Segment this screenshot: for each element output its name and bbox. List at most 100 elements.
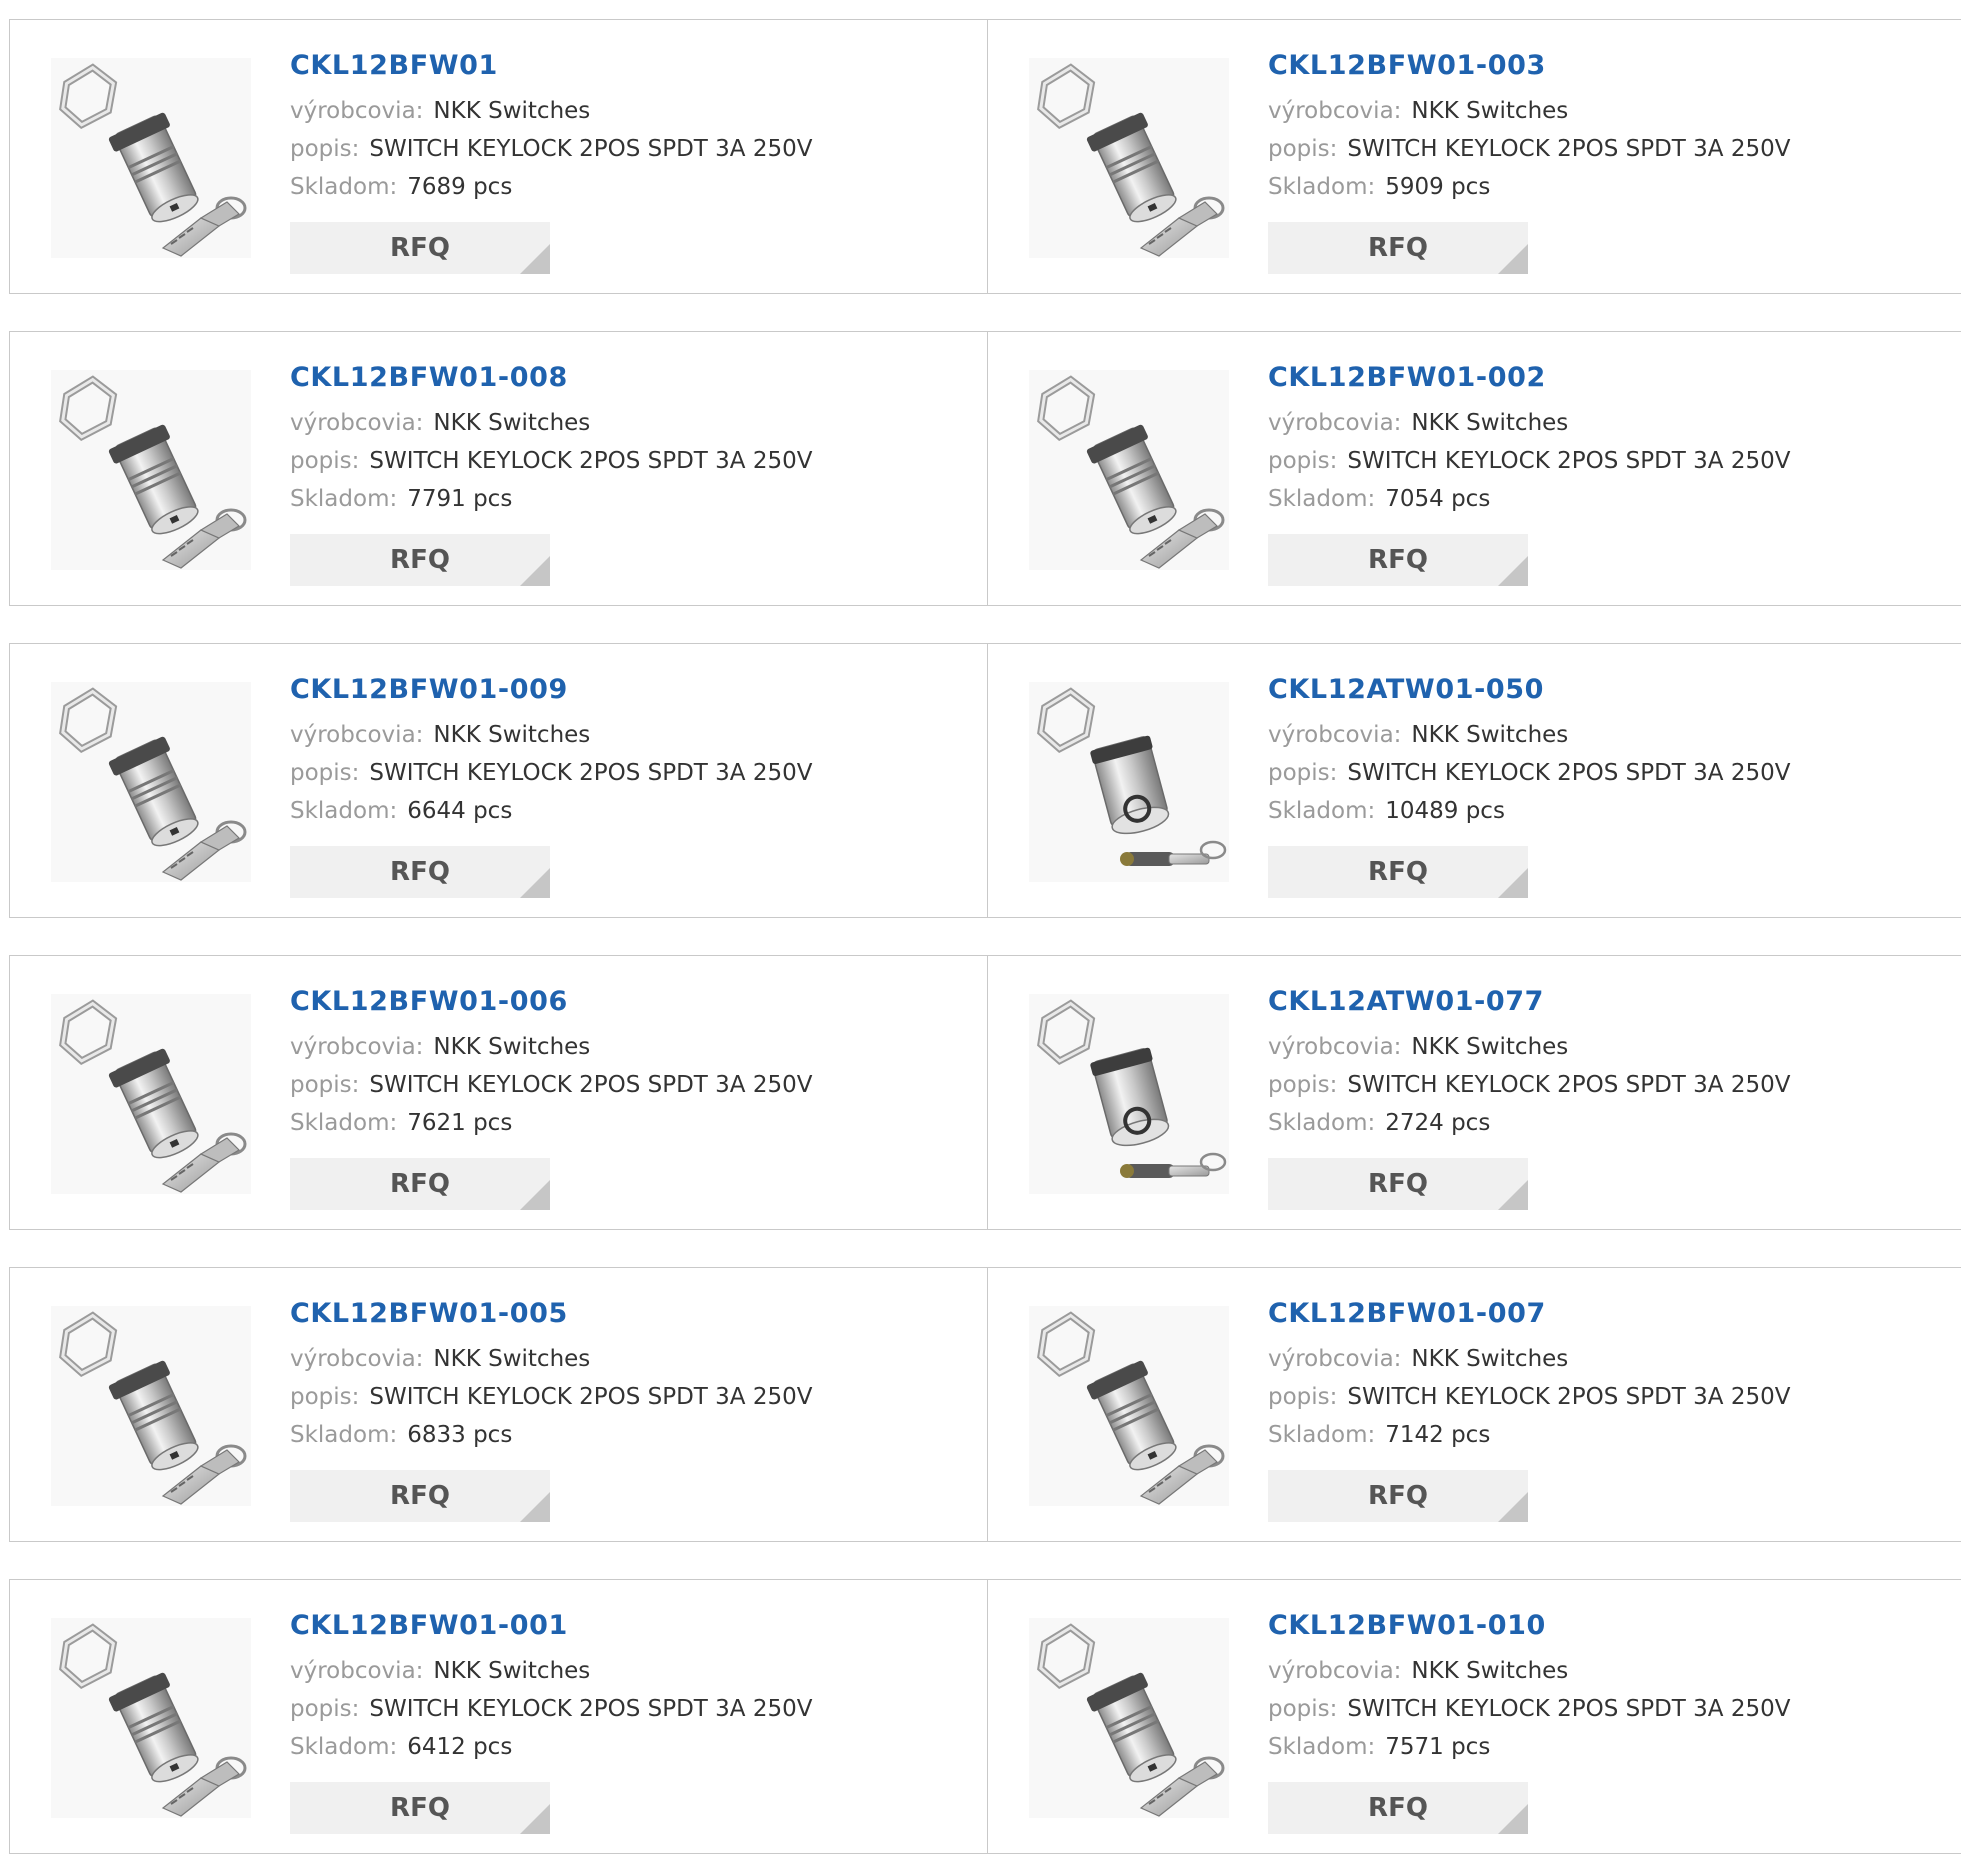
product-image[interactable] bbox=[1029, 1618, 1229, 1818]
stock-row: Skladom: 7689 pcs bbox=[290, 168, 950, 206]
description-label: popis: bbox=[1268, 448, 1338, 474]
manufacturer-row: výrobcovia: NKK Switches bbox=[290, 1028, 950, 1066]
rfq-button[interactable]: RFQ bbox=[1268, 222, 1528, 274]
rfq-label: RFQ bbox=[390, 1169, 450, 1199]
corner-triangle-icon bbox=[520, 1180, 550, 1210]
rfq-button[interactable]: RFQ bbox=[1268, 1470, 1528, 1522]
product-image[interactable] bbox=[1029, 1306, 1229, 1506]
manufacturer-value: NKK Switches bbox=[1411, 1034, 1569, 1060]
description-value: SWITCH KEYLOCK 2POS SPDT 3A 250V bbox=[1347, 448, 1791, 474]
part-number-link[interactable]: CKL12BFW01-003 bbox=[1268, 48, 1546, 84]
description-value: SWITCH KEYLOCK 2POS SPDT 3A 250V bbox=[369, 1384, 813, 1410]
product-image[interactable] bbox=[1029, 370, 1229, 570]
description-label: popis: bbox=[290, 1696, 360, 1722]
product-info: CKL12BFW01-010 výrobcovia: NKK Switches pop… bbox=[1268, 1608, 1928, 1766]
stock-label: Skladom: bbox=[290, 1734, 398, 1760]
manufacturer-value: NKK Switches bbox=[433, 1034, 591, 1060]
rfq-label: RFQ bbox=[390, 1793, 450, 1823]
description-value: SWITCH KEYLOCK 2POS SPDT 3A 250V bbox=[1347, 1384, 1791, 1410]
rfq-button[interactable]: RFQ bbox=[290, 534, 550, 586]
stock-row: Skladom: 7054 pcs bbox=[1268, 480, 1928, 518]
rfq-button[interactable]: RFQ bbox=[1268, 846, 1528, 898]
corner-triangle-icon bbox=[1498, 1492, 1528, 1522]
manufacturer-row: výrobcovia: NKK Switches bbox=[290, 1340, 950, 1378]
product-card: CKL12BFW01-005 výrobcovia: NKK Switches pop… bbox=[10, 1268, 988, 1541]
description-row: popis: SWITCH KEYLOCK 2POS SPDT 3A 250V bbox=[290, 1378, 950, 1416]
part-number-link[interactable]: CKL12BFW01-006 bbox=[290, 984, 568, 1020]
product-info: CKL12BFW01-001 výrobcovia: NKK Switches pop… bbox=[290, 1608, 950, 1766]
keylock-switch-flat-key-image bbox=[51, 370, 251, 570]
product-image[interactable] bbox=[51, 370, 251, 570]
stock-value: 7791 pcs bbox=[407, 486, 513, 512]
product-row: CKL12BFW01-005 výrobcovia: NKK Switches pop… bbox=[9, 1267, 1961, 1542]
rfq-button[interactable]: RFQ bbox=[1268, 534, 1528, 586]
product-image[interactable] bbox=[1029, 994, 1229, 1194]
part-number-link[interactable]: CKL12BFW01-007 bbox=[1268, 1296, 1546, 1332]
rfq-button[interactable]: RFQ bbox=[290, 1470, 550, 1522]
manufacturer-value: NKK Switches bbox=[1411, 1346, 1569, 1372]
part-number-link[interactable]: CKL12BFW01-009 bbox=[290, 672, 568, 708]
product-image[interactable] bbox=[51, 682, 251, 882]
part-number-link[interactable]: CKL12ATW01-077 bbox=[1268, 984, 1544, 1020]
product-card: CKL12BFW01 výrobcovia: NKK Switches popis: S… bbox=[10, 20, 988, 293]
description-label: popis: bbox=[1268, 1384, 1338, 1410]
stock-value: 7571 pcs bbox=[1385, 1734, 1491, 1760]
manufacturer-value: NKK Switches bbox=[433, 1346, 591, 1372]
product-card: CKL12BFW01-006 výrobcovia: NKK Switches pop… bbox=[10, 956, 988, 1229]
manufacturer-row: výrobcovia: NKK Switches bbox=[290, 716, 950, 754]
manufacturer-row: výrobcovia: NKK Switches bbox=[1268, 1340, 1928, 1378]
manufacturer-row: výrobcovia: NKK Switches bbox=[1268, 92, 1928, 130]
corner-triangle-icon bbox=[1498, 244, 1528, 274]
description-row: popis: SWITCH KEYLOCK 2POS SPDT 3A 250V bbox=[1268, 442, 1928, 480]
stock-row: Skladom: 6412 pcs bbox=[290, 1728, 950, 1766]
rfq-button[interactable]: RFQ bbox=[290, 1782, 550, 1834]
product-image[interactable] bbox=[51, 994, 251, 1194]
part-number-link[interactable]: CKL12BFW01-008 bbox=[290, 360, 568, 396]
product-row: CKL12BFW01-008 výrobcovia: NKK Switches pop… bbox=[9, 331, 1961, 606]
part-number-link[interactable]: CKL12BFW01-005 bbox=[290, 1296, 568, 1332]
rfq-button[interactable]: RFQ bbox=[290, 846, 550, 898]
keylock-switch-flat-key-image bbox=[1029, 370, 1229, 570]
product-card: CKL12BFW01-009 výrobcovia: NKK Switches pop… bbox=[10, 644, 988, 917]
description-row: popis: SWITCH KEYLOCK 2POS SPDT 3A 250V bbox=[290, 1690, 950, 1728]
product-image[interactable] bbox=[51, 1306, 251, 1506]
keylock-switch-flat-key-image bbox=[51, 1306, 251, 1506]
rfq-label: RFQ bbox=[390, 233, 450, 263]
description-label: popis: bbox=[1268, 136, 1338, 162]
corner-triangle-icon bbox=[1498, 556, 1528, 586]
keylock-switch-flat-key-image bbox=[51, 682, 251, 882]
rfq-button[interactable]: RFQ bbox=[1268, 1158, 1528, 1210]
product-image[interactable] bbox=[1029, 58, 1229, 258]
stock-row: Skladom: 2724 pcs bbox=[1268, 1104, 1928, 1142]
manufacturer-label: výrobcovia: bbox=[290, 410, 424, 436]
rfq-button[interactable]: RFQ bbox=[290, 1158, 550, 1210]
manufacturer-label: výrobcovia: bbox=[290, 1658, 424, 1684]
part-number-link[interactable]: CKL12BFW01 bbox=[290, 48, 498, 84]
stock-label: Skladom: bbox=[1268, 486, 1376, 512]
description-value: SWITCH KEYLOCK 2POS SPDT 3A 250V bbox=[369, 760, 813, 786]
rfq-button[interactable]: RFQ bbox=[290, 222, 550, 274]
part-number-link[interactable]: CKL12BFW01-001 bbox=[290, 1608, 568, 1644]
product-info: CKL12BFW01-007 výrobcovia: NKK Switches pop… bbox=[1268, 1296, 1928, 1454]
description-label: popis: bbox=[1268, 760, 1338, 786]
description-row: popis: SWITCH KEYLOCK 2POS SPDT 3A 250V bbox=[1268, 130, 1928, 168]
rfq-button[interactable]: RFQ bbox=[1268, 1782, 1528, 1834]
product-card: CKL12BFW01-002 výrobcovia: NKK Switches pop… bbox=[988, 332, 1961, 605]
description-row: popis: SWITCH KEYLOCK 2POS SPDT 3A 250V bbox=[1268, 1066, 1928, 1104]
manufacturer-value: NKK Switches bbox=[433, 722, 591, 748]
manufacturer-row: výrobcovia: NKK Switches bbox=[1268, 1652, 1928, 1690]
keylock-switch-flat-key-image bbox=[1029, 1618, 1229, 1818]
part-number-link[interactable]: CKL12BFW01-002 bbox=[1268, 360, 1546, 396]
product-image[interactable] bbox=[51, 58, 251, 258]
description-value: SWITCH KEYLOCK 2POS SPDT 3A 250V bbox=[1347, 1072, 1791, 1098]
manufacturer-row: výrobcovia: NKK Switches bbox=[1268, 716, 1928, 754]
product-info: CKL12ATW01-050 výrobcovia: NKK Switches pop… bbox=[1268, 672, 1928, 830]
part-number-link[interactable]: CKL12BFW01-010 bbox=[1268, 1608, 1546, 1644]
manufacturer-value: NKK Switches bbox=[1411, 722, 1569, 748]
part-number-link[interactable]: CKL12ATW01-050 bbox=[1268, 672, 1544, 708]
product-image[interactable] bbox=[51, 1618, 251, 1818]
manufacturer-label: výrobcovia: bbox=[1268, 98, 1402, 124]
rfq-label: RFQ bbox=[1368, 545, 1428, 575]
product-image[interactable] bbox=[1029, 682, 1229, 882]
description-value: SWITCH KEYLOCK 2POS SPDT 3A 250V bbox=[1347, 1696, 1791, 1722]
